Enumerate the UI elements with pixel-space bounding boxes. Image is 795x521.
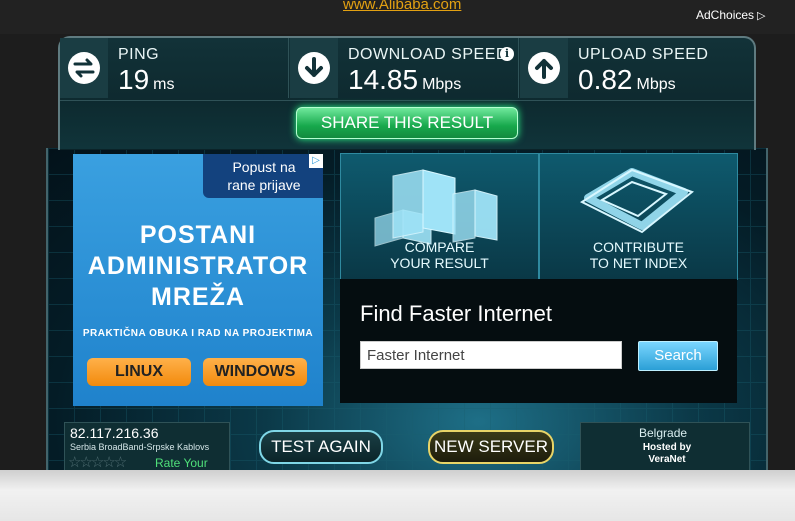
ip-address: 82.117.216.36 (70, 425, 159, 441)
share-result-button[interactable]: SHARE THIS RESULT (296, 107, 518, 139)
contribute-label-line-2: TO NET INDEX (589, 255, 688, 271)
contribute-label: CONTRIBUTE TO NET INDEX (540, 239, 737, 271)
adchoices-icon: ▷ (757, 10, 766, 22)
contribute-net-index-tile[interactable]: CONTRIBUTE TO NET INDEX (539, 153, 738, 280)
server-city: Belgrade (639, 426, 688, 440)
download-label: DOWNLOAD SPEED (348, 46, 508, 63)
upload-value: 0.82 (578, 64, 633, 95)
top-bar: www.Alibaba.com AdChoices ▷ (0, 0, 795, 34)
alibaba-link[interactable]: www.Alibaba.com (343, 0, 461, 13)
download-arrow-icon (298, 52, 330, 84)
upload-stat: UPLOAD SPEED 0.82 Mbps (520, 38, 754, 98)
hosted-by-label: Hosted by (642, 442, 692, 453)
ping-label: PING (118, 46, 160, 63)
rating-stars[interactable]: ☆☆☆☆☆ (68, 453, 127, 471)
ad-linux-button[interactable]: LINUX (87, 358, 191, 386)
ad-choices-icon[interactable]: ▷ (309, 154, 323, 168)
share-strip: SHARE THIS RESULT (60, 100, 754, 149)
ping-stat: PING 19 ms (60, 38, 289, 98)
test-again-button[interactable]: TEST AGAIN (259, 430, 383, 464)
ping-unit: ms (153, 76, 175, 93)
download-value-line: 14.85 Mbps (348, 64, 461, 96)
adchoices-label: AdChoices (696, 8, 755, 22)
isp-info: 82.117.216.36 Serbia BroadBand-Srpske Ka… (64, 422, 230, 484)
advertisement[interactable]: Popust na rane prijave ▷ POSTANI ADMINIS… (73, 154, 323, 406)
adchoices-link[interactable]: AdChoices ▷ (696, 8, 766, 22)
compare-label: COMPARE YOUR RESULT (341, 239, 538, 271)
ad-windows-button[interactable]: WINDOWS (203, 358, 307, 386)
compare-label-line-1: COMPARE (404, 239, 475, 255)
server-host-name: VeraNet (648, 454, 686, 465)
info-icon[interactable]: i (500, 47, 514, 61)
server-info: Belgrade Hosted by VeraNet (580, 422, 750, 472)
isp-name: Serbia BroadBand-Srpske Kablovs (70, 442, 210, 452)
upload-label: UPLOAD SPEED (578, 46, 709, 63)
upload-arrow-icon (528, 52, 560, 84)
net-index-icon (579, 168, 695, 234)
ping-icon-box (60, 38, 108, 98)
search-button[interactable]: Search (638, 341, 718, 371)
ping-value-line: 19 ms (118, 64, 174, 96)
find-faster-internet-box: Find Faster Internet Search (340, 279, 737, 403)
upload-icon-box (520, 38, 568, 98)
ad-subtitle: PRAKTIČNA OBUKA I RAD NA PROJEKTIMA (82, 328, 314, 339)
contribute-label-line-1: CONTRIBUTE (593, 239, 684, 255)
results-panel: PING 19 ms DOWNLOAD SPEED i 14.85 Mbps UPL… (58, 36, 756, 150)
ad-badge-text: Popust na rane prijave (227, 159, 301, 193)
new-server-button[interactable]: NEW SERVER (428, 430, 554, 464)
download-value: 14.85 (348, 64, 419, 95)
download-unit: Mbps (422, 76, 462, 93)
ping-value: 19 (118, 64, 150, 95)
stats-row: PING 19 ms DOWNLOAD SPEED i 14.85 Mbps UPL… (60, 38, 754, 100)
ad-title-line-2: ADMINISTRATOR (87, 252, 309, 280)
ping-icon (68, 52, 100, 84)
download-icon-box (290, 38, 338, 98)
page-floor (0, 470, 795, 521)
find-internet-input[interactable] (360, 341, 622, 369)
ad-title: POSTANI ADMINISTRATOR MREŽA (73, 220, 323, 313)
upload-value-line: 0.82 Mbps (578, 64, 676, 96)
compare-result-tile[interactable]: COMPARE YOUR RESULT (340, 153, 539, 280)
compare-label-line-2: YOUR RESULT (390, 255, 489, 271)
ad-title-line-1: POSTANI (139, 221, 257, 249)
upload-unit: Mbps (636, 76, 676, 93)
ad-title-line-3: MREŽA (151, 283, 245, 311)
download-stat: DOWNLOAD SPEED i 14.85 Mbps (290, 38, 519, 98)
find-title: Find Faster Internet (360, 301, 552, 326)
bar-chart-icon (374, 169, 498, 247)
